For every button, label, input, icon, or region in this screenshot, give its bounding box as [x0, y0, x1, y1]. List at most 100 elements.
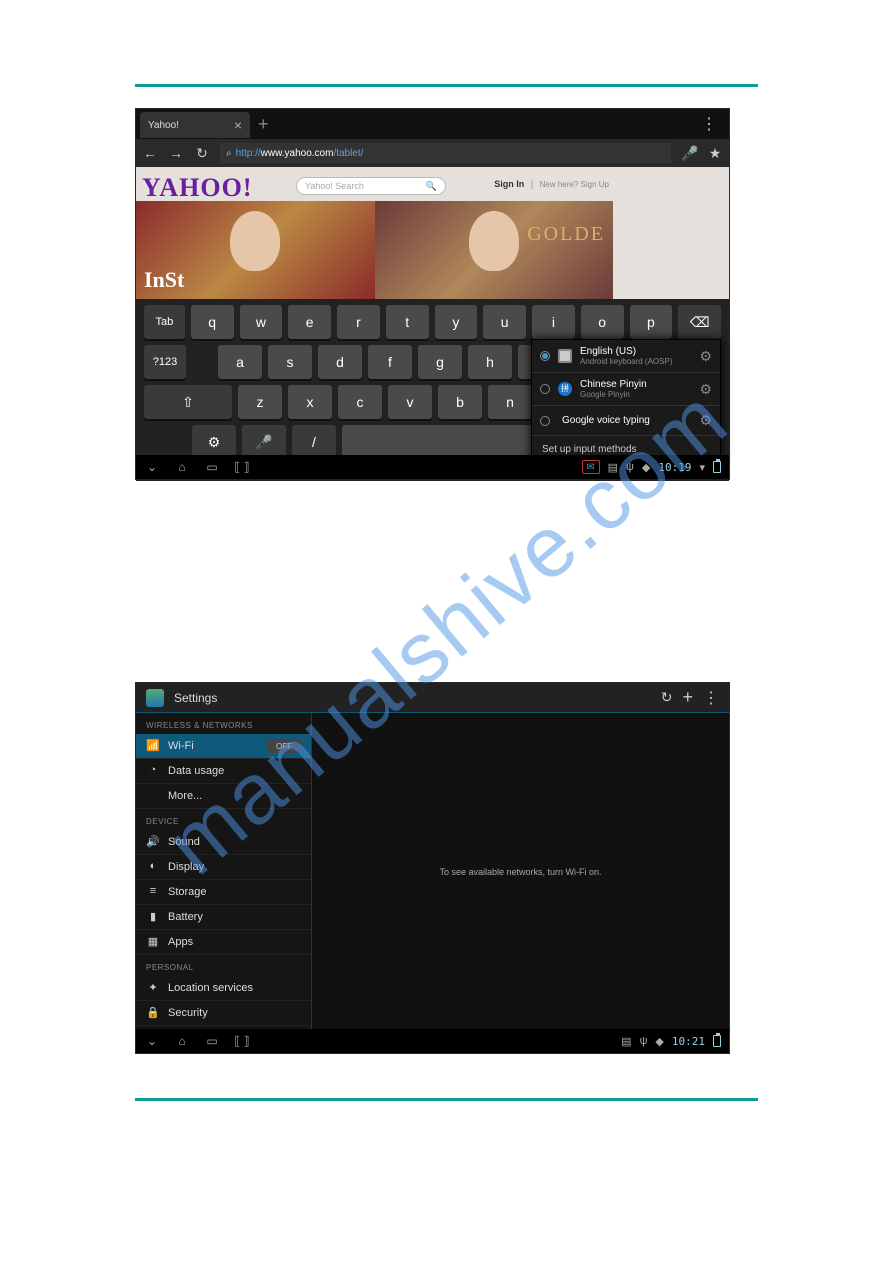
- key-z[interactable]: z: [238, 385, 282, 419]
- key-a[interactable]: a: [218, 345, 262, 379]
- key-g[interactable]: g: [418, 345, 462, 379]
- key-y[interactable]: y: [435, 305, 478, 339]
- sidebar-item-display[interactable]: ◐Display: [136, 855, 311, 880]
- key-v[interactable]: v: [388, 385, 432, 419]
- key-w[interactable]: w: [240, 305, 283, 339]
- mail-icon[interactable]: ✉: [582, 460, 600, 474]
- ime-option-pinyin[interactable]: 拼 Chinese PinyinGoogle Pinyin ⚙: [532, 373, 720, 406]
- sidebar-item-security[interactable]: 🔒Security: [136, 1001, 311, 1026]
- item-label: Data usage: [168, 765, 224, 777]
- sidebar-item-battery[interactable]: ▮Battery: [136, 905, 311, 930]
- close-icon[interactable]: ×: [234, 117, 242, 133]
- ime-option-voice[interactable]: Google voice typing ⚙: [532, 406, 720, 436]
- key-c[interactable]: c: [338, 385, 382, 419]
- storage-icon: ≡: [146, 885, 160, 899]
- refresh-icon[interactable]: ↻: [661, 689, 673, 706]
- ime-picker: English (US)Android keyboard (AOSP) ⚙ 拼 …: [531, 339, 721, 464]
- nav-resize-icon[interactable]: ⟦ ⟧: [234, 1034, 250, 1048]
- sidebar-item-sound[interactable]: 🔊Sound: [136, 830, 311, 855]
- key-x[interactable]: x: [288, 385, 332, 419]
- nav-home-icon[interactable]: ⌂: [174, 460, 190, 474]
- bookmark-icon[interactable]: ★: [707, 145, 723, 162]
- photo-person: [230, 211, 280, 271]
- ime-option-english[interactable]: English (US)Android keyboard (AOSP) ⚙: [532, 340, 720, 373]
- add-icon[interactable]: +: [682, 687, 693, 708]
- keyboard-icon: [558, 349, 572, 363]
- nav-recent-icon[interactable]: ▭: [204, 460, 220, 474]
- overflow-icon[interactable]: ⋮: [703, 688, 719, 708]
- sidebar-item-data[interactable]: ◔Data usage: [136, 759, 311, 784]
- key-h[interactable]: h: [468, 345, 512, 379]
- ime-title: Google voice typing: [562, 415, 650, 426]
- nav-back-icon[interactable]: ⌄: [144, 1034, 160, 1048]
- url-input[interactable]: ⌕ http://www.yahoo.com/tablet/: [220, 143, 671, 163]
- signup-link[interactable]: New here? Sign Up: [540, 180, 609, 189]
- browser-tab[interactable]: Yahoo! ×: [140, 112, 250, 138]
- nav-home-icon[interactable]: ⌂: [174, 1034, 190, 1048]
- clock[interactable]: 10:19: [658, 461, 691, 474]
- key-e[interactable]: e: [288, 305, 331, 339]
- wifi-toggle[interactable]: OFF: [267, 739, 301, 753]
- clock[interactable]: 10:21: [672, 1035, 705, 1048]
- key-u[interactable]: u: [483, 305, 526, 339]
- key-slash[interactable]: /: [292, 425, 336, 459]
- key-tab[interactable]: Tab: [144, 305, 185, 339]
- divider-bottom: [135, 1098, 758, 1101]
- url-bar: ← → ↻ ⌕ http://www.yahoo.com/tablet/ 🎤 ★: [136, 139, 729, 167]
- wifi-empty-message: To see available networks, turn Wi-Fi on…: [439, 867, 601, 877]
- key-settings[interactable]: ⚙: [192, 425, 236, 459]
- sidebar-item-wifi[interactable]: 📶 Wi-Fi OFF: [136, 734, 311, 759]
- key-i[interactable]: i: [532, 305, 575, 339]
- sidebar-item-location[interactable]: ✦Location services: [136, 976, 311, 1001]
- sliders-icon[interactable]: ⚙: [699, 412, 712, 429]
- yahoo-logo[interactable]: YAHOO!: [142, 173, 253, 203]
- divider-top: [135, 84, 758, 87]
- key-symbols[interactable]: ?123: [144, 345, 186, 379]
- mic-icon[interactable]: 🎤: [681, 145, 697, 162]
- sliders-icon[interactable]: ⚙: [699, 348, 712, 365]
- signin-area: Sign In | New here? Sign Up: [494, 179, 609, 189]
- key-shift[interactable]: ⇧: [144, 385, 232, 419]
- item-label: Apps: [168, 936, 193, 948]
- sidebar-item-apps[interactable]: ▦Apps: [136, 930, 311, 955]
- back-icon[interactable]: ←: [142, 145, 158, 161]
- settings-sidebar: WIRELESS & NETWORKS 📶 Wi-Fi OFF ◔Data us…: [136, 713, 311, 1031]
- display-icon: ◐: [146, 860, 160, 874]
- hero-banner[interactable]: InSt GOLDE: [136, 201, 613, 299]
- key-n[interactable]: n: [488, 385, 532, 419]
- key-t[interactable]: t: [386, 305, 429, 339]
- settings-header: Settings ↻ + ⋮: [136, 683, 729, 713]
- key-f[interactable]: f: [368, 345, 412, 379]
- key-o[interactable]: o: [581, 305, 624, 339]
- search-icon[interactable]: 🔍: [426, 181, 437, 192]
- key-q[interactable]: q: [191, 305, 234, 339]
- signin-link[interactable]: Sign In: [494, 179, 524, 189]
- search-placeholder: Yahoo! Search: [305, 181, 364, 191]
- key-p[interactable]: p: [630, 305, 673, 339]
- key-b[interactable]: b: [438, 385, 482, 419]
- screenshot-browser-keyboard: Yahoo! × + ⋮ ← → ↻ ⌕ http://www.yahoo.co…: [135, 108, 730, 480]
- forward-icon[interactable]: →: [168, 145, 184, 161]
- sidebar-item-storage[interactable]: ≡Storage: [136, 880, 311, 905]
- key-mic[interactable]: 🎤: [242, 425, 286, 459]
- soft-keyboard: Tab q w e r t y u i o p ⌫ ?123 a s d f g: [136, 299, 729, 481]
- key-s[interactable]: s: [268, 345, 312, 379]
- sliders-icon[interactable]: ⚙: [699, 381, 712, 398]
- url-host: www.yahoo.com: [261, 148, 334, 159]
- overflow-icon[interactable]: ⋮: [701, 114, 717, 134]
- sd-icon: ▤: [621, 1035, 631, 1048]
- search-input[interactable]: Yahoo! Search 🔍: [296, 177, 446, 195]
- nav-resize-icon[interactable]: ⟦ ⟧: [234, 460, 250, 474]
- nav-recent-icon[interactable]: ▭: [204, 1034, 220, 1048]
- battery-icon: [713, 461, 721, 473]
- radio-icon: [540, 384, 550, 394]
- key-backspace[interactable]: ⌫: [678, 305, 721, 339]
- key-r[interactable]: r: [337, 305, 380, 339]
- sidebar-item-more[interactable]: More...: [136, 784, 311, 809]
- system-bar: ⌄ ⌂ ▭ ⟦ ⟧ ▤ ψ ◆ 10:21: [136, 1029, 729, 1053]
- new-tab-icon[interactable]: +: [258, 114, 269, 135]
- nav-back-icon[interactable]: ⌄: [144, 460, 160, 474]
- ime-subtitle: Android keyboard (AOSP): [580, 357, 673, 366]
- reload-icon[interactable]: ↻: [194, 145, 210, 162]
- key-d[interactable]: d: [318, 345, 362, 379]
